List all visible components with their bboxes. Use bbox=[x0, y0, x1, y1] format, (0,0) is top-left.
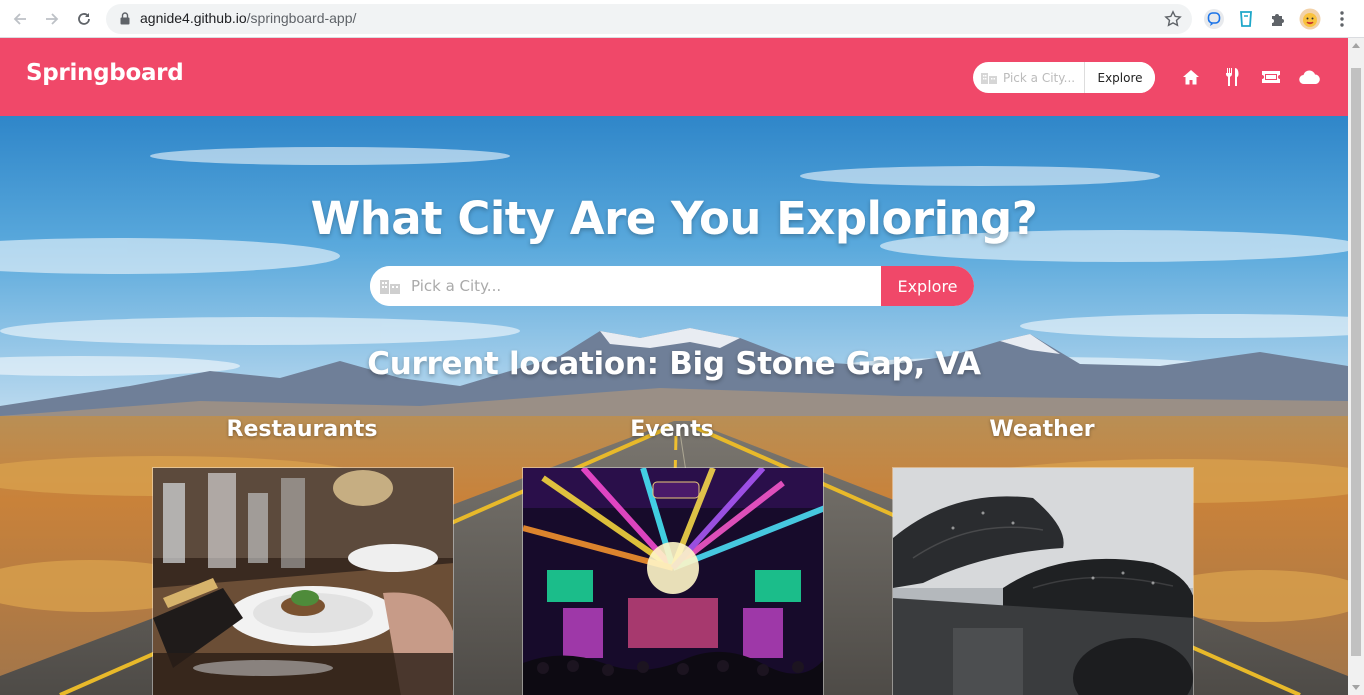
header-search: Explore bbox=[973, 62, 1155, 93]
events-label: Events bbox=[630, 417, 714, 442]
reload-icon bbox=[78, 13, 90, 25]
url-host: agnide4.github.io bbox=[140, 10, 247, 26]
main-city-input[interactable] bbox=[370, 266, 881, 306]
profile-avatar[interactable] bbox=[1299, 8, 1321, 30]
extensions-puzzle-icon[interactable] bbox=[1267, 8, 1289, 30]
city-icon bbox=[380, 280, 400, 294]
site-header: Springboard Explore bbox=[0, 38, 1348, 116]
restaurants-label: Restaurants bbox=[226, 417, 378, 442]
utensils-icon[interactable] bbox=[1221, 67, 1243, 87]
scroll-thumb[interactable] bbox=[1351, 68, 1361, 656]
restaurants-card[interactable] bbox=[152, 467, 454, 695]
back-button[interactable] bbox=[8, 7, 32, 31]
main-search: Explore bbox=[370, 266, 974, 306]
browser-menu-icon[interactable] bbox=[1331, 8, 1353, 30]
forward-button[interactable] bbox=[40, 7, 64, 31]
reload-button[interactable] bbox=[72, 7, 96, 31]
address-bar[interactable]: agnide4.github.io/springboard-app/ bbox=[106, 4, 1192, 34]
forward-arrow-icon bbox=[46, 13, 59, 25]
current-location-text: Current location: Big Stone Gap, VA bbox=[367, 346, 981, 382]
main-explore-button[interactable]: Explore bbox=[881, 266, 974, 306]
hero-title: What City Are You Exploring? bbox=[310, 192, 1038, 245]
header-explore-button[interactable]: Explore bbox=[1084, 62, 1155, 93]
weather-label: Weather bbox=[989, 417, 1095, 442]
url-text: agnide4.github.io/springboard-app/ bbox=[140, 10, 356, 26]
url-path: /springboard-app/ bbox=[246, 10, 357, 26]
browser-toolbar: agnide4.github.io/springboard-app/ bbox=[0, 0, 1364, 38]
extension-chat-icon[interactable] bbox=[1203, 8, 1225, 30]
weather-card[interactable] bbox=[892, 467, 1194, 695]
scroll-down-arrow[interactable] bbox=[1352, 685, 1360, 690]
extension-shield-icon[interactable] bbox=[1235, 8, 1257, 30]
cloud-icon[interactable] bbox=[1299, 67, 1321, 87]
restaurant-image bbox=[153, 468, 453, 695]
page-scrollbar[interactable] bbox=[1348, 38, 1364, 695]
brand-logo[interactable]: Springboard bbox=[26, 60, 184, 86]
ticket-icon[interactable] bbox=[1260, 67, 1282, 87]
concert-image bbox=[523, 468, 823, 695]
back-arrow-icon bbox=[13, 13, 26, 25]
city-icon bbox=[981, 73, 997, 84]
events-card[interactable] bbox=[522, 467, 824, 695]
lock-icon bbox=[120, 12, 130, 25]
umbrella-rain-image bbox=[893, 468, 1193, 695]
bookmark-star-icon[interactable] bbox=[1164, 10, 1182, 28]
scroll-up-arrow[interactable] bbox=[1352, 43, 1360, 48]
hero-section: What City Are You Exploring? Explore Cur… bbox=[0, 116, 1348, 695]
home-icon[interactable] bbox=[1180, 67, 1202, 87]
